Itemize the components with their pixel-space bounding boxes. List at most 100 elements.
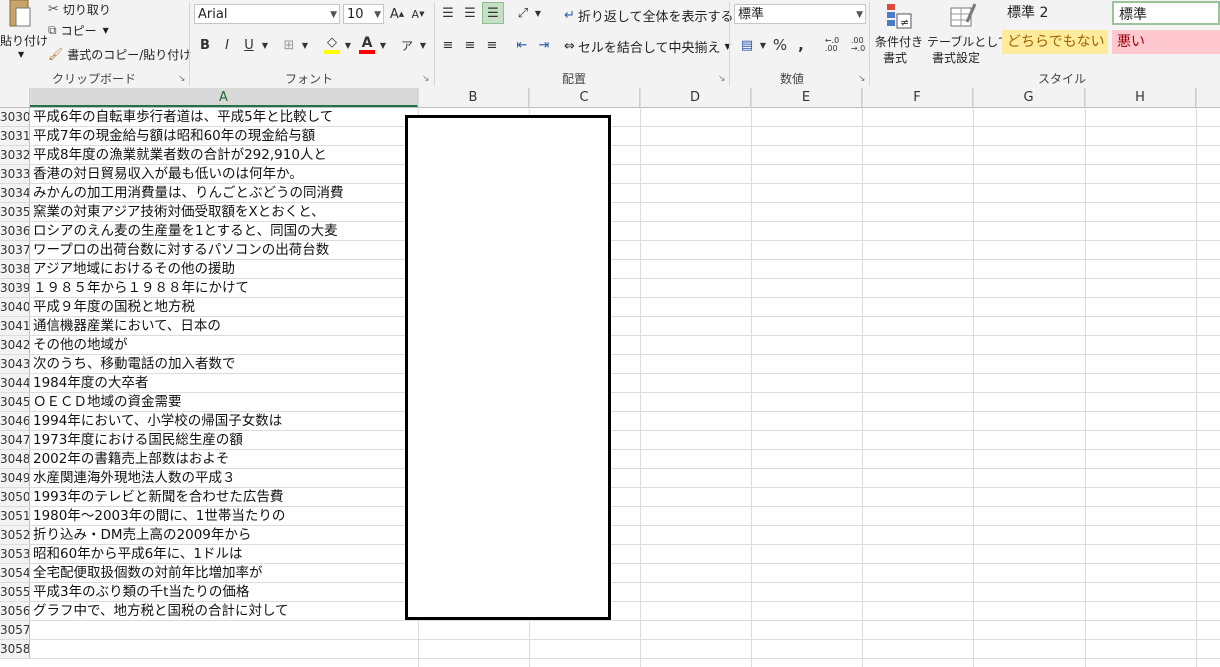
cell-a[interactable]: 1980年～2003年の間に、1世帯当たりの	[33, 507, 285, 525]
number-format-combo[interactable]: 標準 ▼	[734, 4, 866, 24]
row-header[interactable]: 3035	[0, 203, 30, 221]
decrease-indent-icon[interactable]: ⇤	[512, 34, 532, 56]
cell-a[interactable]: 折り込み・DM売上高の2009年から	[33, 526, 251, 544]
cell-a[interactable]: 1973年度における国民総生産の額	[33, 431, 243, 449]
cell-a[interactable]: 平成6年の自転車歩行者道は、平成5年と比較して	[33, 108, 333, 126]
row-header[interactable]: 3034	[0, 184, 30, 202]
comma-style-button[interactable]: ,	[792, 34, 810, 56]
decrease-font-size-icon[interactable]: A ▼	[409, 3, 427, 25]
cell-a[interactable]: ワープロの出荷台数に対するパソコンの出荷台数	[33, 241, 329, 259]
row-header[interactable]: 3057	[0, 621, 30, 639]
select-all-corner[interactable]	[0, 88, 30, 107]
align-bottom-icon[interactable]: ☰	[482, 2, 504, 24]
cell-a[interactable]: 平成９年度の国税と地方税	[33, 298, 195, 316]
cell-a[interactable]: 香港の対日貿易収入が最も低いのは何年か。	[33, 165, 303, 183]
row-header[interactable]: 3054	[0, 564, 30, 582]
borders-dropdown-icon[interactable]: ▼	[300, 34, 310, 56]
paste-dropdown-icon[interactable]: ▼	[18, 50, 24, 59]
row-header[interactable]: 3052	[0, 526, 30, 544]
column-header-b[interactable]: B	[418, 88, 529, 107]
style-neutral[interactable]: どちらでもない	[1002, 30, 1108, 54]
paste-button[interactable]: 貼り付け ▼	[0, 0, 48, 66]
row-header[interactable]: 3050	[0, 488, 30, 506]
row-header[interactable]: 3049	[0, 469, 30, 487]
align-right-icon[interactable]: ≡	[482, 34, 502, 56]
font-dialog-launcher-icon[interactable]: ↘	[422, 74, 430, 84]
column-header-e[interactable]: E	[751, 88, 862, 107]
row-header[interactable]: 3045	[0, 393, 30, 411]
cell-a[interactable]: 1994年において、小学校の帰国子女数は	[33, 412, 282, 430]
cell-a[interactable]: ロシアのえん麦の生産量を1とすると、同国の大麦	[33, 222, 338, 240]
number-dialog-launcher-icon[interactable]: ↘	[858, 74, 866, 84]
increase-indent-icon[interactable]: ⇥	[534, 34, 554, 56]
row-header[interactable]: 3032	[0, 146, 30, 164]
cut-button[interactable]: ✂ 切り取り	[48, 0, 111, 18]
format-painter-button[interactable]: 🖌 書式のコピー/貼り付け	[48, 45, 191, 63]
conditional-formatting-button[interactable]: ≠ 条件付き 書式	[873, 0, 927, 66]
font-color-dropdown-icon[interactable]: ▼	[378, 34, 388, 56]
increase-decimal-icon[interactable]: ←.0 .00	[820, 34, 844, 56]
row-header[interactable]: 3048	[0, 450, 30, 468]
alignment-dialog-launcher-icon[interactable]: ↘	[718, 74, 726, 84]
phonetic-guide-icon[interactable]: ア	[398, 34, 416, 56]
italic-button[interactable]: I	[218, 34, 236, 56]
cell-a[interactable]: 平成3年のぶり類の千t当たりの価格	[33, 583, 249, 601]
cell-a[interactable]: 窯業の対東アジア技術対価受取額をXとおくと、	[33, 203, 325, 221]
style-standard[interactable]: 標準	[1112, 1, 1220, 25]
row-header[interactable]: 3040	[0, 298, 30, 316]
cell-a[interactable]: 水産関連海外現地法人数の平成３	[33, 469, 236, 487]
row-header[interactable]: 3043	[0, 355, 30, 373]
row-header[interactable]: 3037	[0, 241, 30, 259]
row-header[interactable]: 3047	[0, 431, 30, 449]
row-header[interactable]: 3039	[0, 279, 30, 297]
underline-button[interactable]: U	[240, 34, 258, 56]
row-header[interactable]: 3038	[0, 260, 30, 278]
row-header[interactable]: 3033	[0, 165, 30, 183]
cell-a[interactable]: グラフ中で、地方税と国税の合計に対して	[33, 602, 289, 620]
row-header[interactable]: 3031	[0, 127, 30, 145]
style-bad[interactable]: 悪い	[1112, 30, 1220, 54]
align-middle-icon[interactable]: ☰	[460, 2, 480, 24]
cell-a[interactable]: みかんの加工用消費量は、りんごとぶどうの同消費	[33, 184, 344, 202]
column-header-f[interactable]: F	[862, 88, 973, 107]
align-top-icon[interactable]: ☰	[438, 2, 458, 24]
row-header[interactable]: 3056	[0, 602, 30, 620]
cell-a[interactable]: ＯＥＣＤ地域の資金需要	[33, 393, 182, 411]
row-header[interactable]: 3042	[0, 336, 30, 354]
row-header[interactable]: 3046	[0, 412, 30, 430]
accounting-format-icon[interactable]: ▤	[736, 34, 758, 56]
percent-style-button[interactable]: %	[770, 34, 790, 56]
row-header[interactable]: 3051	[0, 507, 30, 525]
bold-button[interactable]: B	[196, 34, 214, 56]
cell-a[interactable]: 昭和60年から平成6年に、1ドルは	[33, 545, 242, 563]
column-header-a[interactable]: A	[30, 88, 418, 107]
clipboard-dialog-launcher-icon[interactable]: ↘	[178, 74, 186, 84]
column-header-c[interactable]: C	[529, 88, 640, 107]
column-header-g[interactable]: G	[973, 88, 1085, 107]
orientation-icon[interactable]: ⤢	[512, 2, 534, 24]
cell-a[interactable]: 平成8年度の漁業就業者数の合計が292,910人と	[33, 146, 327, 164]
copy-dropdown-icon[interactable]: ▼	[103, 26, 109, 35]
column-header-d[interactable]: D	[640, 88, 751, 107]
table-row[interactable]: 3057	[0, 621, 1220, 640]
row-header[interactable]: 3044	[0, 374, 30, 392]
cell-a[interactable]: その他の地域が	[33, 336, 128, 354]
row-header[interactable]: 3055	[0, 583, 30, 601]
merge-center-button[interactable]: ⇔ セルを結合して中央揃え ▼	[564, 36, 731, 56]
align-left-icon[interactable]: ≡	[438, 34, 458, 56]
cell-a[interactable]: １９８５年から１９８８年にかけて	[33, 279, 249, 297]
column-header-next[interactable]	[1196, 88, 1220, 107]
row-header[interactable]: 3053	[0, 545, 30, 563]
orientation-dropdown-icon[interactable]: ▼	[533, 2, 543, 24]
cell-a[interactable]: 通信機器産業において、日本の	[33, 317, 221, 335]
row-header[interactable]: 3036	[0, 222, 30, 240]
row-header[interactable]: 3041	[0, 317, 30, 335]
increase-font-size-icon[interactable]: A ▲	[388, 3, 406, 25]
cell-a[interactable]: 全宅配便取扱個数の対前年比増加率が	[33, 564, 263, 582]
align-center-icon[interactable]: ≡	[460, 34, 480, 56]
borders-icon[interactable]: ⊞	[280, 34, 298, 56]
style-standard2[interactable]: 標準 2	[1002, 1, 1108, 25]
font-name-combo[interactable]: Arial ▼	[194, 4, 340, 24]
fill-color-dropdown-icon[interactable]: ▼	[343, 34, 353, 56]
drawn-rectangle-shape[interactable]	[405, 115, 611, 620]
